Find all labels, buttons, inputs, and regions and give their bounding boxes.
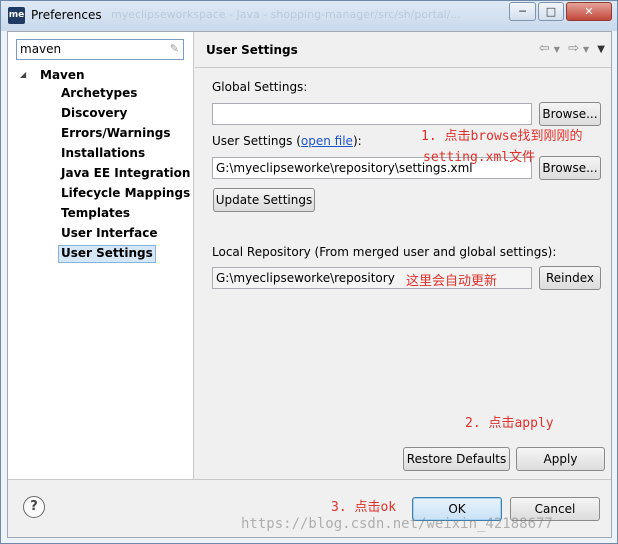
page-title: User Settings — [206, 43, 298, 57]
tree-item-lifecycle-mappings[interactable]: Lifecycle Mappings — [58, 185, 193, 203]
title-bar[interactable]: me Preferences myeclipseworkspace - Java… — [1, 1, 617, 31]
restore-defaults-button[interactable]: Restore Defaults — [403, 447, 510, 471]
help-icon[interactable]: ? — [23, 496, 45, 518]
window-title: Preferences — [31, 8, 102, 22]
filter-value: maven — [20, 42, 62, 56]
page-header: User Settings ⇦ ▼ ⇨ ▼ ▼ — [195, 32, 611, 68]
user-settings-label-text: User Settings ( — [212, 134, 301, 148]
filter-input[interactable]: maven ✎ — [16, 39, 184, 60]
close-icon: ✕ — [584, 5, 594, 18]
local-repository-label: Local Repository (From merged user and g… — [212, 245, 557, 259]
clear-filter-icon[interactable]: ✎ — [170, 42, 179, 55]
apply-button[interactable]: Apply — [516, 447, 605, 471]
tree-item-user-settings[interactable]: User Settings — [58, 245, 156, 263]
user-settings-label-end: ): — [352, 134, 362, 148]
close-button[interactable]: ✕ — [566, 2, 612, 21]
minimize-button[interactable]: ─ — [509, 2, 536, 21]
open-file-link[interactable]: open file — [301, 134, 353, 148]
app-icon: me — [8, 7, 25, 24]
tree-item-installations[interactable]: Installations — [58, 145, 148, 163]
tree-item-user-interface[interactable]: User Interface — [58, 225, 161, 243]
user-browse-button[interactable]: Browse... — [539, 156, 601, 180]
page-navigation: ⇦ ▼ ⇨ ▼ ▼ — [535, 41, 605, 56]
view-menu-icon[interactable]: ▼ — [597, 44, 605, 55]
annotation-step1-line2: setting.xml文件 — [423, 150, 536, 165]
preferences-window: me Preferences myeclipseworkspace - Java… — [0, 0, 618, 544]
user-settings-label: User Settings (open file): — [212, 134, 362, 148]
bottom-separator — [8, 479, 611, 480]
global-browse-button[interactable]: Browse... — [539, 102, 601, 126]
preference-page: User Settings ⇦ ▼ ⇨ ▼ ▼ Global Settings: B… — [195, 32, 611, 479]
collapse-icon[interactable]: ◢ — [20, 70, 26, 79]
annotation-step2: 2. 点击apply — [465, 416, 554, 431]
reindex-button[interactable]: Reindex — [539, 266, 601, 290]
annotation-auto-update: 这里会自动更新 — [406, 274, 498, 289]
update-settings-button[interactable]: Update Settings — [213, 188, 315, 212]
back-arrow-icon[interactable]: ⇦ — [539, 41, 550, 56]
global-settings-label: Global Settings: — [212, 80, 308, 94]
back-dropdown-icon[interactable]: ▼ — [554, 45, 560, 54]
tree-item-archetypes[interactable]: Archetypes — [58, 85, 140, 103]
tree-node-label: Maven — [40, 68, 85, 82]
dialog-client-area: maven ✎ ◢ Maven Archetypes Discovery Err… — [7, 31, 612, 538]
global-settings-input[interactable] — [212, 103, 532, 125]
watermark: https://blog.csdn.net/weixin_42188677 — [241, 516, 553, 532]
background-window-title: myeclipseworkspace - Java - shopping-man… — [111, 8, 461, 21]
annotation-step3: 3. 点击ok — [331, 500, 397, 515]
maximize-button[interactable]: □ — [538, 2, 564, 21]
tree-item-errors-warnings[interactable]: Errors/Warnings — [58, 125, 173, 143]
forward-arrow-icon[interactable]: ⇨ — [568, 41, 579, 56]
tree-item-templates[interactable]: Templates — [58, 205, 133, 223]
preferences-tree-panel: maven ✎ ◢ Maven Archetypes Discovery Err… — [8, 32, 194, 479]
maximize-icon: □ — [545, 5, 557, 18]
annotation-step1-line1: 1. 点击browse找到刚刚的 — [421, 129, 583, 144]
minimize-icon: ─ — [519, 5, 526, 18]
forward-dropdown-icon[interactable]: ▼ — [583, 45, 589, 54]
tree-item-java-ee-integration[interactable]: Java EE Integration — [58, 165, 193, 183]
tree-item-discovery[interactable]: Discovery — [58, 105, 130, 123]
